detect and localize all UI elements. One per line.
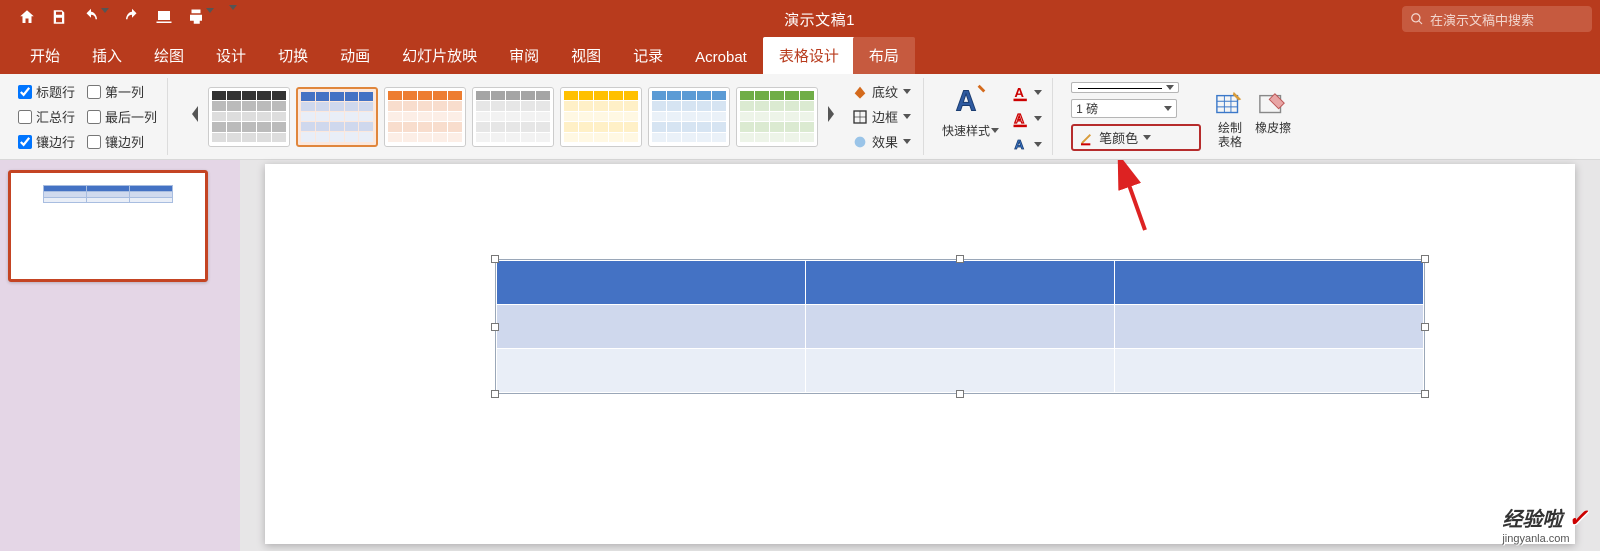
pen-icon [1079,130,1095,146]
tab-animations[interactable]: 动画 [324,37,386,74]
tab-table-design[interactable]: 表格设计 [763,37,855,74]
svg-text:A: A [955,86,976,118]
redo-icon[interactable] [123,8,141,31]
watermark: 经验啦 ✓ jingyanla.com [1502,503,1588,545]
slide-thumbnail-1[interactable] [8,170,208,282]
table-style-5[interactable] [560,87,642,147]
thumbnail-table [43,185,173,203]
resize-handle[interactable] [491,390,499,398]
tab-insert[interactable]: 插入 [76,37,138,74]
tab-view[interactable]: 视图 [555,37,617,74]
print-icon[interactable] [187,8,214,31]
pen-weight-dropdown[interactable]: 1 磅 [1071,99,1177,118]
tab-slideshow[interactable]: 幻灯片放映 [386,37,493,74]
wordart-styles-group: A 快速样式 A A A [932,78,1053,155]
slide-thumbnail-panel: 1 [0,160,240,551]
table-style-4[interactable] [472,87,554,147]
shading-button[interactable]: 底纹 [850,81,913,102]
resize-handle[interactable] [491,255,499,263]
undo-icon[interactable] [82,8,109,31]
tab-home[interactable]: 开始 [14,37,76,74]
pen-color-button[interactable]: 笔颜色 [1071,124,1201,151]
tab-design[interactable]: 设计 [200,37,262,74]
slide-canvas[interactable] [265,164,1575,544]
draw-table-button[interactable]: 绘制 表格 [1215,90,1245,148]
table-style-6[interactable] [648,87,730,147]
resize-handle[interactable] [491,323,499,331]
header-row-checkbox[interactable]: 标题行 [18,82,75,101]
qat-more-icon[interactable] [228,10,237,28]
inserted-table[interactable] [496,260,1424,393]
borders-button[interactable]: 边框 [850,106,913,127]
tab-transitions[interactable]: 切换 [262,37,324,74]
workspace: 1 [0,160,1600,551]
document-title: 演示文稿1 [237,9,1402,30]
eraser-button[interactable]: 橡皮擦 [1255,90,1291,135]
svg-text:A: A [1014,111,1024,126]
ribbon: 标题行 汇总行 镶边行 第一列 最后一列 镶边列 底纹 [0,74,1600,160]
svg-text:A: A [1014,137,1024,152]
text-outline-button[interactable]: A [1011,108,1042,128]
table-style-1[interactable] [208,87,290,147]
resize-handle[interactable] [1421,323,1429,331]
home-icon[interactable] [18,8,36,31]
svg-text:A: A [1014,85,1024,100]
resize-handle[interactable] [956,390,964,398]
table-style-7[interactable] [736,87,818,147]
slide-editor[interactable] [240,160,1600,551]
tab-acrobat[interactable]: Acrobat [679,41,763,74]
search-box[interactable]: 在演示文稿中搜索 [1402,6,1592,32]
banded-row-checkbox[interactable]: 镶边行 [18,132,75,151]
ribbon-tabs: 开始 插入 绘图 设计 切换 动画 幻灯片放映 审阅 视图 记录 Acrobat… [0,38,1600,74]
resize-handle[interactable] [956,255,964,263]
tab-review[interactable]: 审阅 [493,37,555,74]
table-style-options-group: 标题行 汇总行 镶边行 第一列 最后一列 镶边列 [8,78,168,155]
search-placeholder: 在演示文稿中搜索 [1430,10,1534,29]
resize-handle[interactable] [1421,255,1429,263]
search-icon [1410,12,1424,26]
touch-mode-icon[interactable] [155,8,173,31]
last-col-checkbox[interactable]: 最后一列 [87,107,157,126]
banded-col-checkbox[interactable]: 镶边列 [87,132,157,151]
tab-record[interactable]: 记录 [617,37,679,74]
styles-scroll-right[interactable] [822,106,840,127]
draw-borders-group: 1 磅 笔颜色 绘制 表格 橡皮擦 [1061,78,1301,155]
first-col-checkbox[interactable]: 第一列 [87,82,157,101]
resize-handle[interactable] [1421,390,1429,398]
quick-styles-button[interactable]: A 快速样式 [942,82,999,139]
table-style-3[interactable] [384,87,466,147]
title-bar: 演示文稿1 在演示文稿中搜索 [0,0,1600,38]
tab-draw[interactable]: 绘图 [138,37,200,74]
save-icon[interactable] [50,8,68,31]
text-effects-button[interactable]: A [1011,134,1042,154]
table-selection[interactable] [495,259,1425,394]
effects-button[interactable]: 效果 [850,131,913,152]
table-styles-group: 底纹 边框 效果 [176,78,924,155]
styles-scroll-left[interactable] [186,106,204,127]
tab-layout[interactable]: 布局 [853,37,915,74]
pen-style-dropdown[interactable] [1071,82,1179,93]
table-style-2-selected[interactable] [296,87,378,147]
total-row-checkbox[interactable]: 汇总行 [18,107,75,126]
text-fill-button[interactable]: A [1011,82,1042,102]
